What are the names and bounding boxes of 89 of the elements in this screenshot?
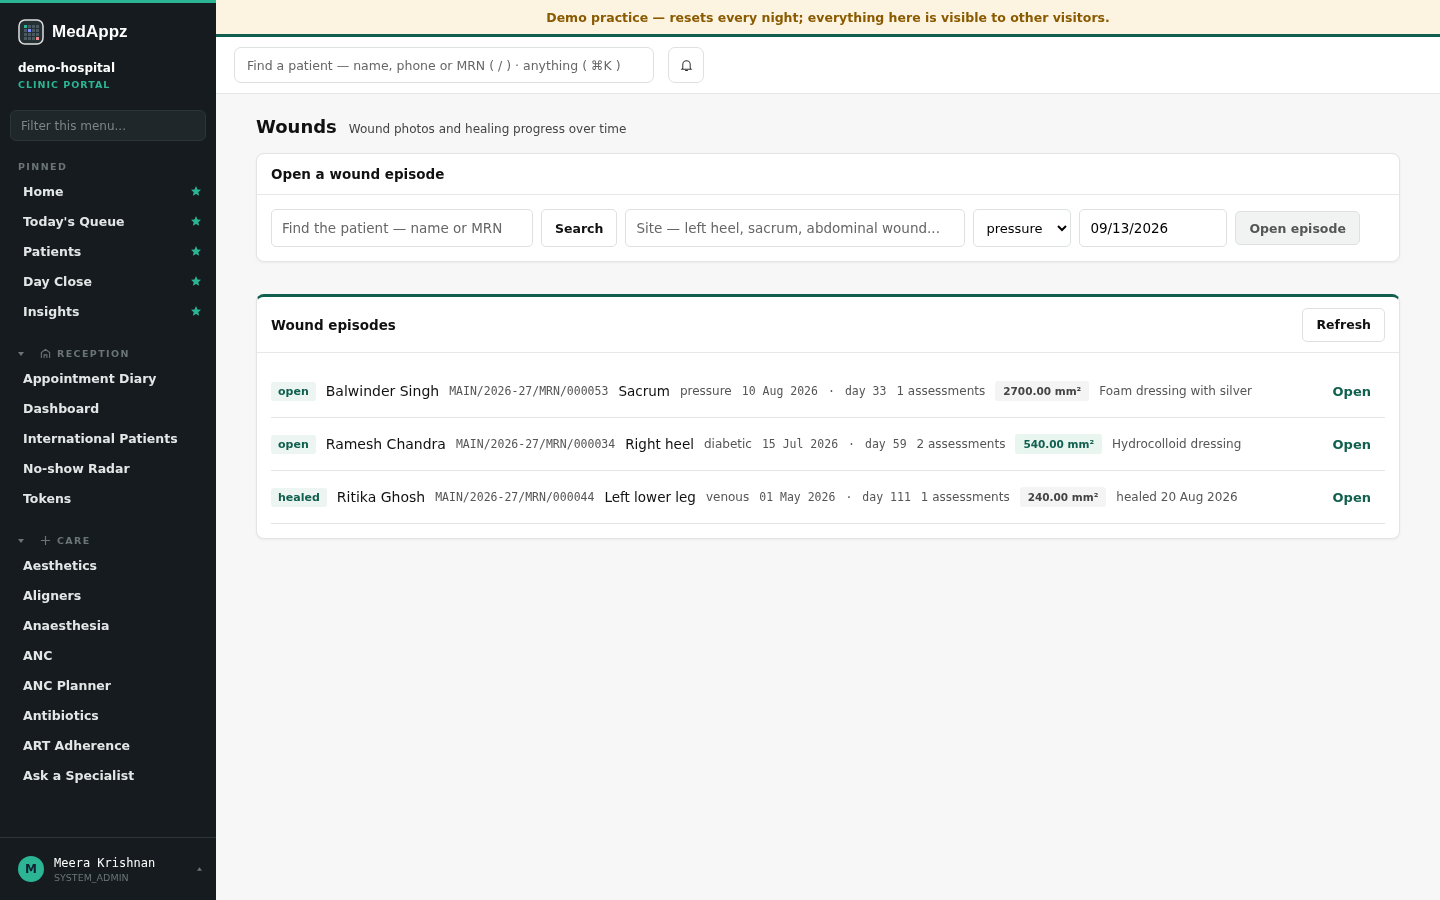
refresh-button[interactable]: Refresh (1302, 307, 1385, 342)
mrn-text: MAIN/2026-27/MRN/000034 (455, 437, 616, 451)
sidebar-item[interactable]: Ask a Specialist (0, 760, 216, 790)
sidebar-item[interactable]: ANC Planner (0, 670, 216, 700)
area-badge: 540.00 mm² (1015, 434, 1103, 454)
patient-name: Ritika Ghosh (336, 489, 426, 505)
house-icon (40, 348, 51, 359)
section-title: CARE (57, 535, 91, 546)
site-field[interactable]: Site — left heel, sacrum, abdominal wound... (625, 209, 966, 247)
day-count: day 111 (862, 490, 911, 504)
onset-date: 15 Jul 2026 (761, 437, 839, 451)
sidebar-item[interactable]: ART Adherence (0, 730, 216, 760)
user-avatar: M (18, 856, 44, 882)
sidebar-item[interactable]: ANC (0, 640, 216, 670)
status-badge: open (271, 434, 316, 454)
open-link[interactable]: Open (1332, 383, 1371, 399)
type-select[interactable]: pressure (973, 209, 1072, 247)
brand-name: MedAppz (52, 22, 128, 42)
wound-site: Right heel (625, 436, 694, 452)
wound-site: Sacrum (618, 383, 670, 399)
sidebar-item[interactable]: Anaesthesia (0, 610, 216, 640)
card-title: Open a wound episode (271, 166, 445, 182)
open-link[interactable]: Open (1332, 489, 1371, 505)
episode-note: healed 20 Aug 2026 (1116, 490, 1238, 504)
day-count: day 33 (844, 384, 887, 398)
user-role: SYSTEM_ADMIN (54, 871, 130, 883)
page-title: Wounds (256, 116, 337, 137)
date-field[interactable]: 09/13/2026 (1079, 209, 1228, 247)
sidebar-item[interactable]: Aligners (0, 580, 216, 610)
onset-date: 10 Aug 2026 (741, 384, 818, 398)
star-icon[interactable] (190, 245, 202, 257)
area-badge: 2700.00 mm² (995, 381, 1090, 401)
assessment-count: 1 assessments (920, 490, 1010, 504)
open-link[interactable]: Open (1332, 436, 1371, 452)
sidebar-item[interactable]: Today's Queue (0, 206, 216, 236)
section-title: RECEPTION (57, 348, 130, 359)
star-icon[interactable] (190, 305, 202, 317)
caret-icon[interactable] (18, 350, 24, 357)
wound-type: diabetic (703, 437, 752, 451)
sidebar-item[interactable]: Insights (0, 296, 216, 326)
sidebar-item[interactable]: Home (0, 176, 216, 206)
caret-icon[interactable] (18, 537, 24, 544)
sidebar-item[interactable]: No-show Radar (0, 453, 216, 483)
user-name: Meera Krishnan (54, 855, 157, 870)
wound-type: venous (705, 490, 750, 504)
card-title: Wound episodes (271, 316, 396, 333)
onset-date: 01 May 2026 (759, 490, 836, 504)
episode-note: Foam dressing with silver (1099, 384, 1253, 398)
episode-note: Hydrocolloid dressing (1112, 437, 1242, 451)
separator-dot: · (845, 490, 853, 504)
plus-icon (40, 535, 51, 546)
wound-type: pressure (679, 384, 732, 398)
sidebar-item[interactable]: Dashboard (0, 393, 216, 423)
caret-icon[interactable] (197, 867, 202, 871)
assessment-count: 2 assessments (916, 437, 1006, 451)
menu-filter-field[interactable]: Filter this menu... (10, 110, 206, 141)
search-field[interactable]: Find a patient — name, phone or MRN ( / ) · anything ( ⌘K ) (234, 47, 654, 83)
logo-icon (18, 19, 44, 45)
star-icon[interactable] (190, 275, 202, 287)
sidebar-item[interactable]: Antibiotics (0, 700, 216, 730)
separator-dot: · (848, 437, 855, 451)
status-badge: healed (271, 487, 327, 507)
sidebar-item[interactable]: Patients (0, 236, 216, 266)
star-icon[interactable] (190, 215, 202, 227)
separator-dot: · (827, 384, 835, 398)
bell-icon (679, 58, 693, 72)
organization-name: demo-hospital (18, 61, 117, 75)
sidebar-item[interactable]: Appointment Diary (0, 363, 216, 393)
star-icon[interactable] (190, 185, 202, 197)
page-subtitle: Wound photos and healing progress over time (348, 122, 627, 136)
section-title: PINNED (18, 161, 68, 172)
mrn-text: MAIN/2026-27/MRN/000053 (449, 384, 609, 398)
status-badge: open (271, 381, 316, 401)
patient-field[interactable]: Find the patient — name or MRN (271, 209, 533, 247)
patient-name: Ramesh Chandra (325, 436, 446, 452)
mrn-text: MAIN/2026-27/MRN/000044 (435, 490, 595, 504)
patient-name: Balwinder Singh (325, 383, 440, 399)
portal-label: CLINIC PORTAL (18, 79, 112, 90)
sidebar-item[interactable]: International Patients (0, 423, 216, 453)
notifications-button[interactable] (668, 47, 704, 83)
day-count: day 59 (865, 437, 907, 451)
search-button[interactable]: Search (541, 209, 618, 247)
area-badge: 240.00 mm² (1019, 487, 1107, 507)
assessment-count: 1 assessments (896, 384, 986, 398)
wound-site: Left lower leg (604, 489, 696, 505)
demo-banner: Demo practice — resets every night; everything here is visible to other visitors. (216, 0, 1440, 37)
sidebar-item[interactable]: Aesthetics (0, 550, 216, 580)
sidebar-item[interactable]: Day Close (0, 266, 216, 296)
sidebar-item[interactable]: Tokens (0, 483, 216, 513)
